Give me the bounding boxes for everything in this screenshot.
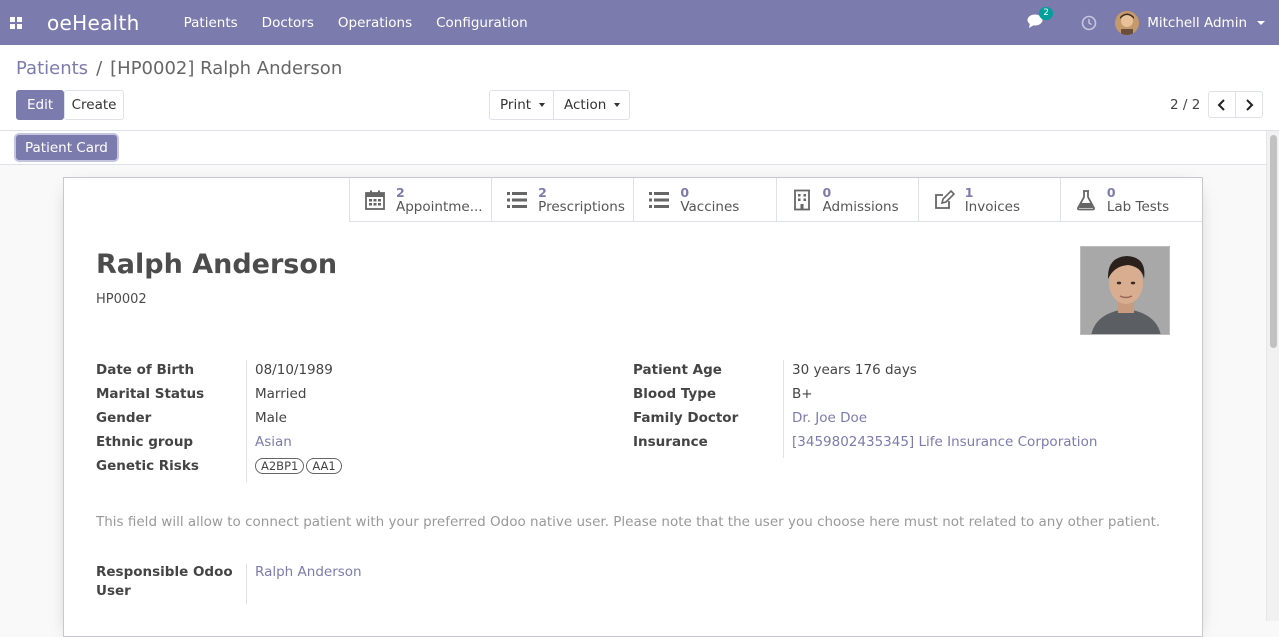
insurance-link[interactable]: [3459802435345] Life Insurance Corporati… [792,434,1097,450]
responsible-user-label-line1: Responsible Odoo [96,564,233,580]
left-column-divider [246,360,247,482]
ethnic-group-link[interactable]: Asian [255,434,292,450]
dob-label: Date of Birth [96,362,195,378]
lab-tests-button[interactable]: 0 Lab Tests [1059,178,1202,222]
prescriptions-count: 2 [538,185,547,200]
chat-icon[interactable]: 2 [1027,6,1053,33]
patient-name[interactable]: Ralph Anderson [96,249,337,280]
gender-value: Male [255,410,287,426]
print-label: Print [500,97,532,113]
top-navbar: oeHealth Patients Doctors Operations Con… [0,0,1279,45]
admissions-button[interactable]: 0 Admissions [775,178,918,222]
vaccines-label: Vaccines [680,200,740,215]
action-dropdown-button[interactable]: Action [553,90,630,120]
gender-label: Gender [96,410,152,426]
vaccines-button[interactable]: 0 Vaccines [633,178,775,222]
clock-icon[interactable] [1081,15,1097,31]
right-column-divider [783,360,784,458]
blood-type-label: Blood Type [633,386,717,402]
ethnic-group-label: Ethnic group [96,434,194,450]
action-label: Action [564,97,607,113]
breadcrumb: Patients / [HP0002] Ralph Anderson [16,58,342,79]
flask-icon [1076,190,1095,211]
menu-operations[interactable]: Operations [338,15,412,31]
menu-doctors[interactable]: Doctors [262,15,314,31]
menu-patients[interactable]: Patients [184,15,238,31]
invoices-button[interactable]: 1 Invoices [917,178,1060,222]
admissions-count: 0 [822,185,832,200]
user-name[interactable]: Mitchell Admin [1147,15,1247,31]
list-icon [649,192,670,208]
genetic-risks-label: Genetic Risks [96,458,199,474]
breadcrumb-current: [HP0002] Ralph Anderson [110,58,343,79]
print-dropdown-button[interactable]: Print [489,90,554,120]
patient-code: HP0002 [96,292,147,307]
chevron-left-icon [1217,98,1225,111]
patient-age-value: 30 years 176 days [792,362,917,378]
genetic-risk-tag[interactable]: AA1 [306,458,342,474]
apps-menu-icon[interactable] [0,0,32,45]
form-sheet: 2 Appointme... 2 Prescriptions 0 Vaccine… [63,177,1203,637]
patient-card-button[interactable]: Patient Card [16,135,117,160]
family-doctor-link[interactable]: Dr. Joe Doe [792,410,867,426]
appointments-button[interactable]: 2 Appointme... [349,178,491,222]
appointments-count: 2 [396,185,405,200]
invoices-count: 1 [964,185,974,200]
blood-type-value: B+ [792,386,813,402]
chevron-down-icon [614,103,621,107]
edit-button[interactable]: Edit [16,90,65,120]
genetic-risk-tag[interactable]: A2BP1 [255,458,305,474]
breadcrumb-separator: / [96,58,103,79]
marital-status-label: Marital Status [96,386,205,402]
marital-status-value: Married [255,386,307,402]
vaccines-count: 0 [680,185,690,200]
control-panel: Patients / [HP0002] Ralph Anderson Edit … [0,45,1279,131]
create-button[interactable]: Create [64,90,124,120]
insurance-label: Insurance [633,434,708,450]
chevron-down-icon [539,103,546,107]
lab-tests-count: 0 [1106,185,1116,200]
lab-tests-label: Lab Tests [1106,200,1170,215]
family-doctor-label: Family Doctor [633,410,739,426]
user-avatar[interactable] [1115,10,1140,35]
chat-count-badge: 2 [1039,6,1053,20]
smart-button-box: 2 Appointme... 2 Prescriptions 0 Vaccine… [349,178,1202,222]
pencil-square-icon [934,189,955,209]
form-statusbar: Patient Card [0,131,1266,165]
list-icon [507,192,528,208]
user-menu-caret-icon[interactable] [1257,20,1265,25]
pager-value[interactable]: 2 / 2 [1170,97,1200,113]
responsible-divider [246,564,247,604]
responsible-user-link[interactable]: Ralph Anderson [255,564,362,580]
building-icon [793,189,810,211]
pager-previous-button[interactable] [1208,91,1236,118]
admissions-label: Admissions [822,200,899,215]
prescriptions-button[interactable]: 2 Prescriptions [491,178,633,222]
scrollbar-thumb[interactable] [1270,135,1277,348]
menu-configuration[interactable]: Configuration [436,15,528,31]
responsible-user-label-line2: User [96,583,131,599]
patient-photo[interactable] [1080,246,1170,335]
dob-value: 08/10/1989 [255,362,333,378]
pager-next-button[interactable] [1235,91,1263,118]
prescriptions-label: Prescriptions [538,200,625,215]
calendar-icon [365,190,385,210]
breadcrumb-patients-link[interactable]: Patients [16,58,88,79]
appointments-label: Appointme... [396,200,483,215]
chevron-right-icon [1246,98,1254,111]
vertical-scrollbar[interactable] [1266,131,1279,621]
patient-age-label: Patient Age [633,362,722,378]
brand-name[interactable]: oeHealth [47,11,140,35]
invoices-label: Invoices [964,200,1020,215]
responsible-user-help-text: This field will allow to connect patient… [96,514,1161,530]
